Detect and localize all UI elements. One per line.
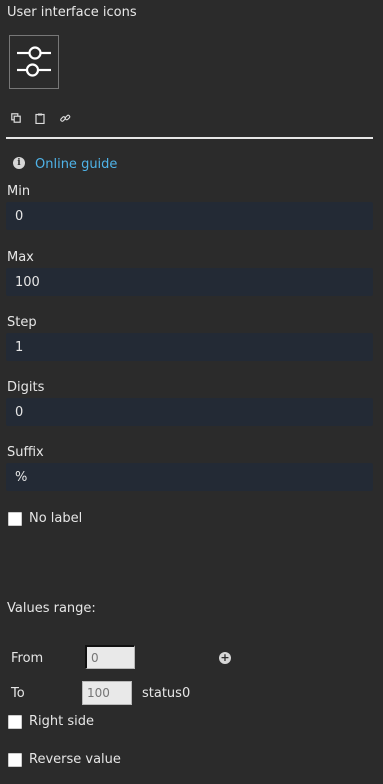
to-input[interactable] <box>82 681 132 705</box>
add-range-icon[interactable]: + <box>219 652 231 664</box>
from-input[interactable] <box>85 645 135 669</box>
no-label-label: No label <box>29 511 83 526</box>
max-input[interactable] <box>6 268 373 296</box>
min-label: Min <box>7 184 31 199</box>
suffix-label: Suffix <box>7 445 44 460</box>
online-guide-link[interactable]: Online guide <box>35 157 117 172</box>
reverse-value-label: Reverse value <box>29 752 121 767</box>
range-status: status0 <box>142 686 191 701</box>
clipboard-icon[interactable] <box>33 111 47 125</box>
icon-preview[interactable] <box>9 35 59 89</box>
max-label: Max <box>7 250 34 265</box>
step-input[interactable] <box>6 333 373 361</box>
link-icon[interactable] <box>58 111 72 125</box>
right-side-label: Right side <box>29 714 94 729</box>
digits-label: Digits <box>7 380 45 395</box>
to-label: To <box>11 686 25 701</box>
no-label-checkbox[interactable] <box>8 512 22 526</box>
right-side-checkbox[interactable] <box>8 715 22 729</box>
digits-input[interactable] <box>6 398 373 426</box>
min-input[interactable] <box>6 202 373 230</box>
info-icon: i <box>13 157 25 169</box>
suffix-input[interactable] <box>6 463 373 491</box>
step-label: Step <box>7 315 37 330</box>
values-range-title: Values range: <box>7 601 96 616</box>
copy-icon[interactable] <box>9 111 23 125</box>
divider <box>6 137 373 139</box>
from-label: From <box>11 651 44 666</box>
reverse-value-checkbox[interactable] <box>8 753 22 767</box>
panel-title: User interface icons <box>7 5 137 20</box>
sliders-icon <box>17 46 51 77</box>
